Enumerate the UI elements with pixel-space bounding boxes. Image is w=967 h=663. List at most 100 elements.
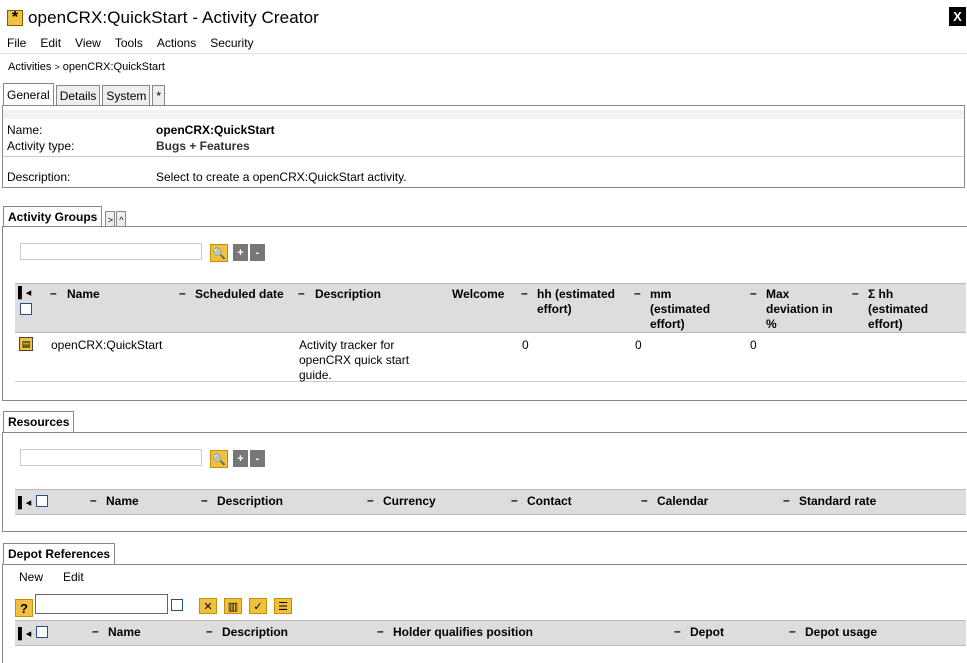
col-description[interactable]: Description bbox=[222, 625, 288, 640]
col-description[interactable]: Description bbox=[217, 494, 283, 509]
sort-toggle[interactable]: – bbox=[641, 493, 648, 507]
tab-activity-groups[interactable]: Activity Groups bbox=[3, 206, 103, 227]
window-title: openCRX:QuickStart - Activity Creator bbox=[28, 8, 319, 27]
select-all-checkbox[interactable] bbox=[36, 495, 48, 507]
tab-general[interactable]: General bbox=[3, 83, 54, 105]
close-button[interactable]: X bbox=[949, 7, 966, 26]
remove-button[interactable]: - bbox=[250, 450, 265, 467]
menu-edit[interactable]: Edit bbox=[63, 570, 84, 584]
sort-toggle[interactable]: – bbox=[783, 493, 790, 507]
sort-toggle[interactable]: – bbox=[674, 624, 681, 638]
detail-tabs: General Details System * bbox=[3, 83, 166, 105]
tab-system[interactable]: System bbox=[102, 85, 151, 105]
resources-search-input[interactable] bbox=[20, 449, 202, 466]
tab-more[interactable]: * bbox=[152, 85, 166, 105]
divider bbox=[3, 156, 964, 157]
row-mm: 0 bbox=[750, 338, 757, 352]
list-icon[interactable]: ☰ bbox=[274, 598, 292, 614]
column-filter-icon[interactable]: ▥ bbox=[224, 598, 242, 614]
description-value: Select to create a openCRX:QuickStart ac… bbox=[156, 170, 407, 184]
col-description[interactable]: Description bbox=[315, 287, 381, 302]
menu-new[interactable]: New bbox=[19, 570, 43, 584]
check-icon[interactable]: ✓ bbox=[249, 598, 267, 614]
row-description: Activity tracker for openCRX quick start… bbox=[299, 338, 410, 382]
row-name[interactable]: openCRX:QuickStart bbox=[51, 338, 162, 353]
sort-toggle[interactable]: – bbox=[92, 624, 99, 638]
sort-toggle[interactable]: – bbox=[521, 286, 528, 300]
menu-bar: File Edit View Tools Actions Security bbox=[0, 33, 967, 54]
column-toggle-icon[interactable]: ▌◂ bbox=[18, 286, 31, 299]
menu-security[interactable]: Security bbox=[203, 36, 260, 50]
search-icon[interactable]: 🔍 bbox=[210, 244, 228, 262]
sort-toggle[interactable]: – bbox=[852, 286, 859, 300]
col-currency[interactable]: Currency bbox=[383, 494, 436, 509]
sort-toggle[interactable]: – bbox=[750, 286, 757, 300]
row-welcome: 0 bbox=[522, 338, 529, 352]
menu-edit[interactable]: Edit bbox=[33, 36, 68, 50]
col-max-deviation[interactable]: Max deviation in % bbox=[766, 287, 844, 332]
activity-groups-grid-header: ▌◂ – Name – Scheduled date – Description… bbox=[15, 283, 966, 333]
col-name[interactable]: Name bbox=[106, 494, 139, 509]
col-depot[interactable]: Depot bbox=[690, 625, 724, 640]
help-icon[interactable]: ? bbox=[15, 599, 33, 617]
menu-file[interactable]: File bbox=[0, 36, 33, 50]
sort-toggle[interactable]: – bbox=[367, 493, 374, 507]
tab-details[interactable]: Details bbox=[55, 85, 101, 105]
col-scheduled-date[interactable]: Scheduled date bbox=[195, 287, 284, 302]
col-depot-usage[interactable]: Depot usage bbox=[805, 625, 877, 640]
select-all-checkbox[interactable] bbox=[20, 303, 32, 315]
sort-toggle[interactable]: – bbox=[206, 624, 213, 638]
col-standard-rate[interactable]: Standard rate bbox=[799, 494, 876, 509]
general-panel: Name: openCRX:QuickStart Activity type: … bbox=[2, 105, 965, 188]
sort-toggle[interactable]: – bbox=[201, 493, 208, 507]
col-name[interactable]: Name bbox=[108, 625, 141, 640]
sort-toggle[interactable]: – bbox=[298, 286, 305, 300]
breadcrumb: Activities > openCRX:QuickStart bbox=[8, 61, 165, 73]
opencrx-logo-icon: * bbox=[7, 10, 23, 26]
depot-grid-header: ▌◂ – Name – Description – Holder qualifi… bbox=[15, 620, 966, 646]
sort-toggle[interactable]: – bbox=[377, 624, 384, 638]
sort-toggle[interactable]: – bbox=[789, 624, 796, 638]
remove-button[interactable]: - bbox=[250, 244, 265, 261]
col-name[interactable]: Name bbox=[67, 287, 100, 302]
column-toggle-icon[interactable]: ▌◂ bbox=[18, 627, 31, 640]
sort-toggle[interactable]: – bbox=[179, 286, 186, 300]
panel-header-strip bbox=[3, 110, 964, 119]
col-sum-hh-estimated-effort[interactable]: Σ hh (estimated effort) bbox=[868, 287, 948, 332]
resources-grid-header: ▌◂ – Name – Description – Currency – Con… bbox=[15, 489, 966, 515]
tab-resources[interactable]: Resources bbox=[3, 411, 75, 432]
nav-next-button[interactable]: > bbox=[105, 211, 116, 227]
breadcrumb-parent-link[interactable]: Activities bbox=[8, 61, 51, 73]
tab-depot-references[interactable]: Depot References bbox=[3, 543, 116, 564]
col-contact[interactable]: Contact bbox=[527, 494, 572, 509]
sort-toggle[interactable]: – bbox=[511, 493, 518, 507]
filter-checkbox[interactable] bbox=[171, 599, 183, 611]
sort-toggle[interactable]: – bbox=[90, 493, 97, 507]
select-all-checkbox[interactable] bbox=[36, 626, 48, 638]
col-calendar[interactable]: Calendar bbox=[657, 494, 708, 509]
add-button[interactable]: + bbox=[233, 450, 248, 467]
activity-type-value: Bugs + Features bbox=[156, 139, 250, 153]
breadcrumb-current: openCRX:QuickStart bbox=[62, 61, 165, 73]
col-welcome[interactable]: Welcome bbox=[452, 287, 504, 302]
add-button[interactable]: + bbox=[233, 244, 248, 261]
nav-up-button[interactable]: ^ bbox=[116, 211, 127, 227]
col-holder-qualifies-position[interactable]: Holder qualifies position bbox=[393, 625, 533, 640]
sort-toggle[interactable]: – bbox=[634, 286, 641, 300]
sort-toggle[interactable]: – bbox=[50, 286, 57, 300]
description-label: Description: bbox=[7, 170, 71, 184]
column-toggle-icon[interactable]: ▌◂ bbox=[18, 496, 31, 509]
search-icon[interactable]: 🔍 bbox=[210, 450, 228, 468]
menu-view[interactable]: View bbox=[68, 36, 108, 50]
activity-group-icon[interactable]: ▤ bbox=[19, 337, 33, 351]
depot-search-input[interactable] bbox=[35, 594, 168, 614]
table-row[interactable]: ▤ openCRX:QuickStart Activity tracker fo… bbox=[15, 334, 966, 382]
menu-actions[interactable]: Actions bbox=[150, 36, 203, 50]
col-mm-estimated-effort[interactable]: mm (estimated effort) bbox=[650, 287, 730, 332]
resources-panel: 🔍 + - ▌◂ – Name – Description – Currency… bbox=[2, 432, 967, 532]
menu-tools[interactable]: Tools bbox=[108, 36, 150, 50]
col-hh-estimated-effort[interactable]: hh (estimated effort) bbox=[537, 287, 627, 317]
clear-filter-icon[interactable]: ✕ bbox=[199, 598, 217, 614]
activity-groups-search-input[interactable] bbox=[20, 243, 202, 260]
name-value: openCRX:QuickStart bbox=[156, 123, 275, 137]
